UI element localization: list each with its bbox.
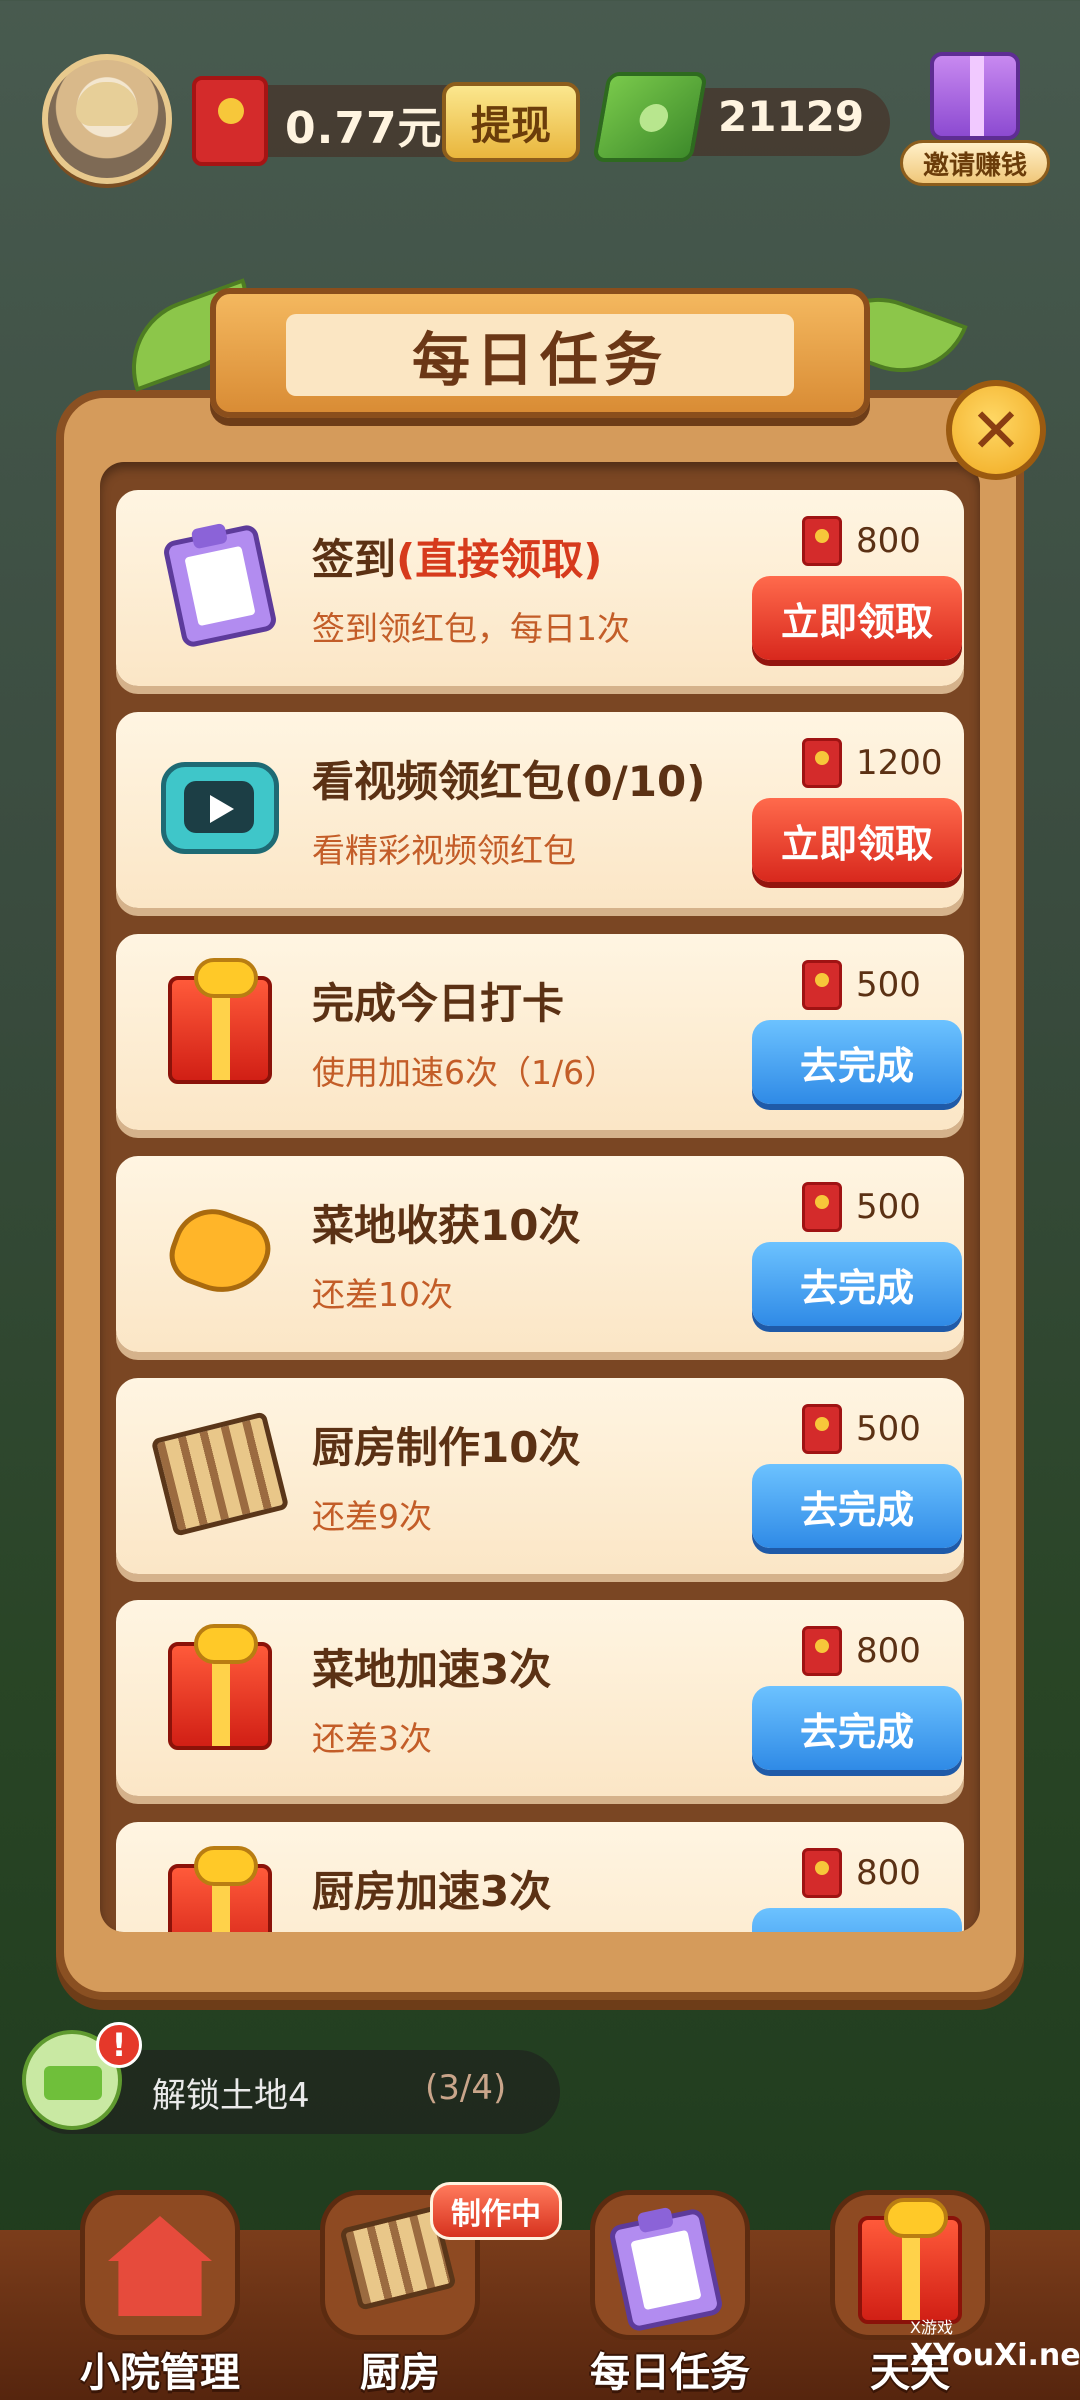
invite-label: 邀请赚钱: [900, 140, 1050, 186]
task-item-field-speedup: 菜地加速3次 还差3次 800 去完成: [116, 1600, 964, 1796]
gift-icon: [858, 2198, 962, 2324]
go-complete-button[interactable]: 去完成: [752, 1464, 962, 1548]
go-complete-button[interactable]: [752, 1908, 962, 1932]
task-reward: 800: [802, 1626, 921, 1676]
go-complete-button[interactable]: 去完成: [752, 1686, 962, 1770]
tv-icon: [160, 748, 280, 868]
go-complete-button[interactable]: 去完成: [752, 1020, 962, 1104]
task-title: 菜地加速3次: [312, 1645, 552, 1694]
reward-amount: 800: [856, 521, 921, 561]
task-subtitle: 看精彩视频领红包: [312, 831, 576, 870]
reward-amount: 500: [856, 1187, 921, 1227]
top-bar: 0.77元 提现 21129 邀请赚钱: [0, 40, 1080, 190]
reward-amount: 800: [856, 1853, 921, 1893]
nav-item-kitchen[interactable]: 制作中 厨房: [290, 2182, 562, 2400]
nav-item-daily-task[interactable]: 每日任务: [560, 2190, 780, 2400]
task-item-sign-in: 签到(直接领取) 签到领红包，每日1次 800 立即领取: [116, 490, 964, 686]
task-list: 签到(直接领取) 签到领红包，每日1次 800 立即领取 看视频领红包(0/10…: [116, 490, 964, 1932]
invite-button[interactable]: 邀请赚钱: [900, 52, 1050, 192]
nav-item-yard[interactable]: 小院管理: [50, 2190, 270, 2400]
task-item-kitchen-speedup: 厨房加速3次 800: [116, 1822, 964, 1932]
close-icon: ✕: [970, 393, 1022, 467]
task-reward: 800: [802, 1848, 921, 1898]
hand-icon: [160, 1192, 280, 1312]
red-envelope-icon: [802, 516, 842, 566]
task-reward: 500: [802, 1182, 921, 1232]
daily-task-dialog: 签到(直接领取) 签到领红包，每日1次 800 立即领取 看视频领红包(0/10…: [56, 390, 1024, 2000]
close-button[interactable]: ✕: [946, 380, 1046, 480]
gift-icon: [160, 958, 280, 1090]
task-subtitle: 使用加速6次（1/6）: [312, 1053, 618, 1092]
task-subtitle: 签到领红包，每日1次: [312, 609, 630, 648]
unlock-land-text: 解锁土地4: [152, 2076, 310, 2116]
reward-amount: 500: [856, 965, 921, 1005]
task-title: 完成今日打卡: [312, 979, 565, 1028]
player-avatar[interactable]: [42, 54, 172, 184]
nav-label: 小院管理: [80, 2350, 240, 2396]
reward-amount: 500: [856, 1409, 921, 1449]
task-list-panel[interactable]: 签到(直接领取) 签到领红包，每日1次 800 立即领取 看视频领红包(0/10…: [100, 462, 980, 1932]
task-title-highlight: (直接领取): [396, 535, 603, 584]
task-reward: 500: [802, 1404, 921, 1454]
task-title: 菜地收获10次: [312, 1201, 581, 1250]
site-watermark: XYouXi.net: [910, 2338, 1080, 2373]
nav-label: 厨房: [360, 2350, 440, 2396]
grill-icon: [150, 1411, 290, 1537]
reward-amount: 800: [856, 1631, 921, 1671]
red-envelope-icon: [802, 960, 842, 1010]
gift-icon: [160, 1624, 280, 1756]
red-envelope-icon: [802, 1626, 842, 1676]
gift-icon: [160, 1846, 280, 1932]
dialog-title: 每日任务: [286, 314, 794, 396]
coin-balance: 21129: [718, 92, 865, 141]
nav-label: 每日任务: [590, 2350, 750, 2396]
dialog-title-banner: 每日任务: [210, 288, 870, 418]
go-complete-button[interactable]: 去完成: [752, 1242, 962, 1326]
task-subtitle: 还差9次: [312, 1497, 432, 1536]
gift-box-icon: [930, 52, 1020, 140]
clipboard-icon: [160, 523, 280, 649]
task-reward: 500: [802, 960, 921, 1010]
task-title: 签到(直接领取): [312, 535, 603, 584]
reward-amount: 1200: [856, 743, 943, 783]
task-reward: 800: [802, 516, 921, 566]
alert-badge: !: [96, 2022, 142, 2068]
task-title: 厨房加速3次: [312, 1867, 552, 1916]
status-badge: 制作中: [430, 2182, 562, 2240]
task-title: 厨房制作10次: [312, 1423, 581, 1472]
cash-stack-icon: [592, 72, 708, 162]
money-balance: 0.77元: [285, 103, 443, 154]
watermark-logo: X游戏: [910, 2318, 953, 2337]
task-item-kitchen-make: 厨房制作10次 还差9次 500 去完成: [116, 1378, 964, 1574]
clipboard-icon: [607, 2207, 725, 2333]
task-item-watch-video: 看视频领红包(0/10) 看精彩视频领红包 1200 立即领取: [116, 712, 964, 908]
claim-button[interactable]: 立即领取: [752, 576, 962, 660]
withdraw-button[interactable]: 提现: [442, 82, 580, 162]
task-reward: 1200: [802, 738, 943, 788]
red-envelope-icon: [802, 1848, 842, 1898]
unlock-land-progress: (3/4): [425, 2068, 507, 2108]
task-title: 看视频领红包(0/10): [312, 757, 706, 806]
red-envelope-icon: [802, 1182, 842, 1232]
red-envelope-icon: [192, 76, 268, 166]
claim-button[interactable]: 立即领取: [752, 798, 962, 882]
task-item-daily-checkin: 完成今日打卡 使用加速6次（1/6） 500 去完成: [116, 934, 964, 1130]
task-subtitle: 还差10次: [312, 1275, 453, 1314]
red-envelope-icon: [802, 738, 842, 788]
red-envelope-icon: [802, 1404, 842, 1454]
task-subtitle: 还差3次: [312, 1719, 432, 1758]
task-item-harvest: 菜地收获10次 还差10次 500 去完成: [116, 1156, 964, 1352]
